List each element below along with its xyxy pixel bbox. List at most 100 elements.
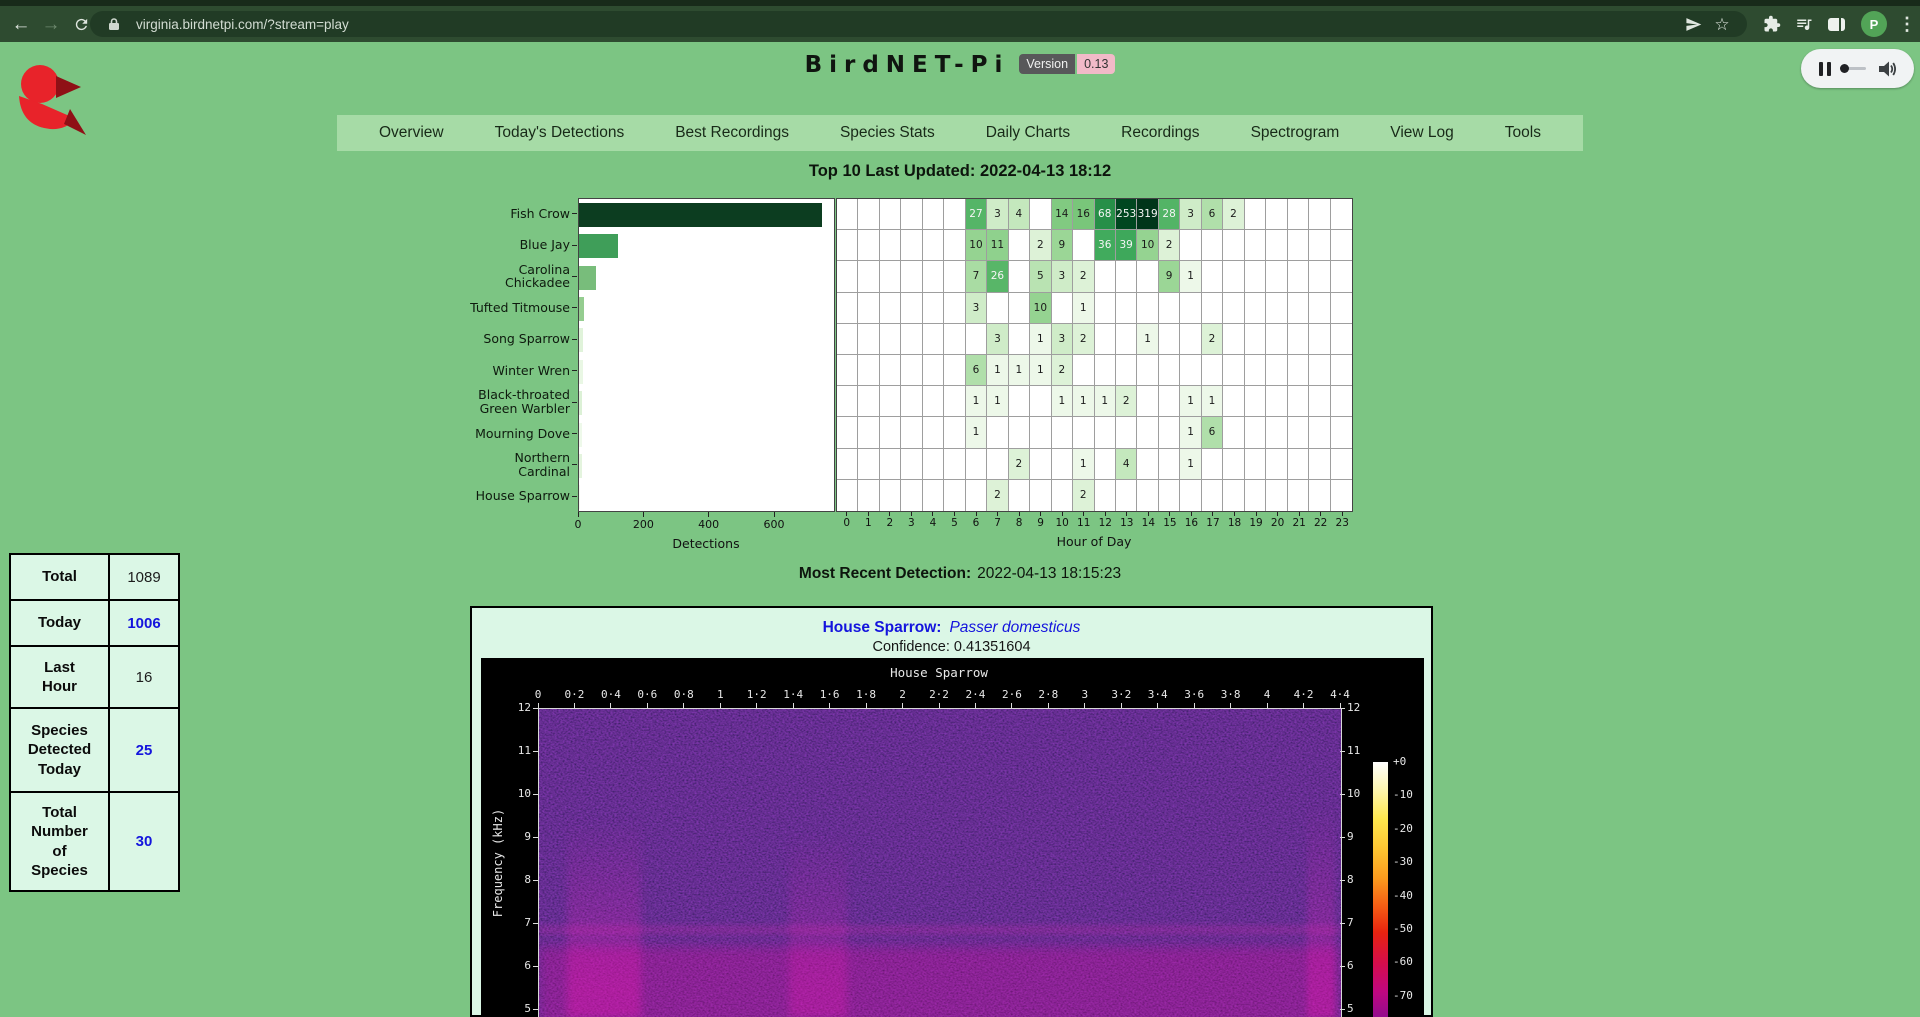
heatmap-cell (837, 293, 858, 324)
heatmap-cell (1202, 261, 1223, 292)
spectrogram-colorbar-label: -30 (1393, 855, 1424, 868)
heatmap-cell (1009, 324, 1030, 355)
x-tick (774, 512, 775, 517)
heatmap-cell (1180, 480, 1201, 511)
volume-icon[interactable] (1877, 60, 1897, 78)
spectrogram-time-tick (975, 703, 976, 708)
pause-button[interactable] (1819, 62, 1831, 76)
heatmap-cell (1266, 230, 1287, 261)
nav-item-spectrogram[interactable]: Spectrogram (1251, 124, 1340, 142)
spectrogram-time-tick (1267, 703, 1268, 708)
heatmap-cell: 2 (1073, 261, 1094, 292)
hour-tick-label: 9 (1030, 517, 1052, 529)
spectrogram-freq-tick (533, 1009, 538, 1010)
spectrogram-time-label: 2 (883, 688, 923, 701)
heatmap-cell: 2 (1052, 355, 1073, 386)
hour-tick-label: 7 (987, 517, 1009, 529)
y-tick (572, 245, 577, 246)
x-tick (643, 512, 644, 517)
hour-tick-label: 16 (1180, 517, 1202, 529)
nav-item-view-log[interactable]: View Log (1390, 124, 1453, 142)
hour-tick (1342, 512, 1343, 516)
audio-seek-slider[interactable] (1842, 67, 1866, 70)
heatmap-cell (1223, 355, 1244, 386)
heatmap-cell (1159, 386, 1180, 417)
heatmap-cell (1030, 480, 1051, 511)
heatmap-cell (858, 480, 879, 511)
heatmap-cell (880, 355, 901, 386)
hour-tick-label: 13 (1116, 517, 1138, 529)
version-badge: Version0.13 (1019, 54, 1115, 74)
y-tick (572, 496, 577, 497)
nav-item-today-s-detections[interactable]: Today's Detections (495, 124, 625, 142)
heatmap-cell (1331, 355, 1352, 386)
x-tick-label: 0 (553, 518, 603, 531)
heatmap-cell (1159, 293, 1180, 324)
spectrogram-freq-tick (1340, 751, 1345, 752)
y-tick (572, 464, 577, 465)
hour-tick-label: 6 (965, 517, 987, 529)
heatmap-cell (923, 417, 944, 448)
species-label: Song Sparrow (452, 324, 570, 355)
species-link[interactable]: House Sparrow: (823, 619, 942, 636)
stats-label: Total Number of Species (11, 793, 110, 890)
heatmap-cell (923, 199, 944, 230)
heatmap-cell (1309, 230, 1330, 261)
stats-value-link[interactable]: 1006 (110, 601, 178, 645)
heatmap-cell (1202, 355, 1223, 386)
heatmap-cell (901, 261, 922, 292)
heatmap-cell (1245, 230, 1266, 261)
heatmap-cell: 4 (1009, 199, 1030, 230)
heatmap-cell (923, 230, 944, 261)
spectrogram-time-tick (720, 703, 721, 708)
species-label: Northern Cardinal (452, 449, 570, 480)
heatmap-cell: 1 (1052, 386, 1073, 417)
stats-value-link[interactable]: 30 (110, 793, 178, 890)
spectrogram-freq-tick (1340, 708, 1345, 709)
nav-item-daily-charts[interactable]: Daily Charts (986, 124, 1070, 142)
spectrogram-freq-tick (533, 966, 538, 967)
nav-item-species-stats[interactable]: Species Stats (840, 124, 935, 142)
heatmap-cell (1116, 355, 1137, 386)
stats-value-link[interactable]: 25 (110, 709, 178, 791)
spectrogram-freq-label-left: 6 (501, 959, 531, 972)
stats-row: Today1006 (11, 599, 178, 645)
heatmap-cell: 1 (1009, 355, 1030, 386)
heatmap-cell (987, 449, 1008, 480)
heatmap-cell (987, 417, 1008, 448)
y-tick (572, 276, 577, 277)
spectrogram-freq-label-left: 9 (501, 830, 531, 843)
spectrogram-time-tick (1048, 703, 1049, 708)
stats-table: Total1089Today1006Last Hour16Species Det… (9, 553, 180, 892)
heatmap-cell (1137, 449, 1158, 480)
nav-item-overview[interactable]: Overview (379, 124, 444, 142)
heatmap-cell: 26 (987, 261, 1008, 292)
heatmap-cell (966, 324, 987, 355)
recent-detection-label: Most Recent Detection: (799, 565, 971, 582)
spectrogram-freq-tick (533, 708, 538, 709)
heatmap-cell: 28 (1159, 199, 1180, 230)
audio-player[interactable] (1801, 49, 1914, 88)
spectrogram-time-tick (829, 703, 830, 708)
heatmap-cell (1266, 324, 1287, 355)
heatmap-cell: 1 (1180, 449, 1201, 480)
nav-item-recordings[interactable]: Recordings (1121, 124, 1199, 142)
heatmap-cell (901, 449, 922, 480)
nav-item-best-recordings[interactable]: Best Recordings (675, 124, 789, 142)
spectrogram-plot (538, 708, 1342, 1017)
species-label: House Sparrow (452, 481, 570, 512)
spectrogram-time-label: 1·6 (810, 688, 850, 701)
spectrogram-energy-band (539, 925, 1341, 935)
heatmap-cell (923, 324, 944, 355)
spectrogram-time-tick (610, 703, 611, 708)
heatmap-cell (1266, 449, 1287, 480)
heatmap-cell (880, 324, 901, 355)
detections-heatmap: 2734141668253319283621011293639102726532… (836, 198, 1353, 512)
heatmap-cell: 27 (966, 199, 987, 230)
hour-tick-label: 4 (922, 517, 944, 529)
heatmap-cell (944, 199, 965, 230)
heatmap-cell (1288, 480, 1309, 511)
nav-item-tools[interactable]: Tools (1505, 124, 1541, 142)
heatmap-cell (944, 386, 965, 417)
heatmap-cell (1052, 293, 1073, 324)
